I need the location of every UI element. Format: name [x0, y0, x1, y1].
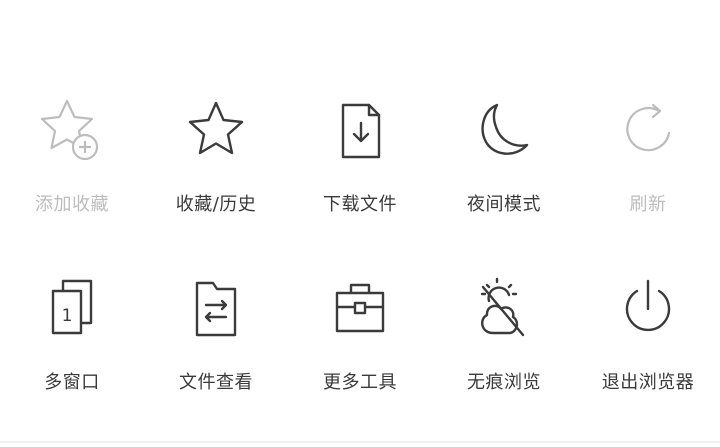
more-tools-label: 更多工具	[323, 372, 397, 393]
night-mode-label: 夜间模式	[467, 194, 541, 215]
browser-menu-panel: 添加收藏 收藏/历史 下载文件 夜间模式 刷新 1 多窗口 文件查看 更多工具 …	[0, 0, 720, 447]
exit-browser-label: 退出浏览器	[601, 372, 695, 393]
bookmarks-history-button[interactable]: 收藏/历史	[144, 95, 288, 273]
toolbox-icon	[325, 273, 395, 343]
file-viewer-label: 文件查看	[179, 372, 253, 393]
night-mode-button[interactable]: 夜间模式	[432, 95, 576, 273]
star-icon	[181, 95, 251, 165]
refresh-button[interactable]: 刷新	[576, 95, 720, 273]
file-view-icon	[181, 273, 251, 343]
refresh-label: 刷新	[629, 194, 667, 215]
bookmarks-history-label: 收藏/历史	[175, 194, 257, 215]
multi-window-icon: 1	[37, 273, 107, 343]
moon-icon	[469, 95, 539, 165]
downloads-label: 下载文件	[323, 194, 397, 215]
add-bookmark-button[interactable]: 添加收藏	[0, 95, 144, 273]
more-tools-button[interactable]: 更多工具	[288, 273, 432, 423]
svg-text:1: 1	[62, 306, 73, 326]
menu-grid: 添加收藏 收藏/历史 下载文件 夜间模式 刷新 1 多窗口 文件查看 更多工具 …	[0, 95, 720, 423]
star-add-icon	[37, 95, 107, 165]
file-viewer-button[interactable]: 文件查看	[144, 273, 288, 423]
incognito-button[interactable]: 无痕浏览	[432, 273, 576, 423]
incognito-label: 无痕浏览	[467, 372, 541, 393]
exit-browser-button[interactable]: 退出浏览器	[576, 273, 720, 423]
add-bookmark-label: 添加收藏	[35, 194, 109, 215]
bottom-divider	[0, 441, 720, 443]
incognito-icon	[469, 273, 539, 343]
power-icon	[613, 273, 683, 343]
multi-window-label: 多窗口	[44, 372, 100, 393]
multi-window-button[interactable]: 1 多窗口	[0, 273, 144, 423]
downloads-button[interactable]: 下载文件	[288, 95, 432, 273]
download-file-icon	[325, 95, 395, 165]
refresh-icon	[613, 95, 683, 165]
